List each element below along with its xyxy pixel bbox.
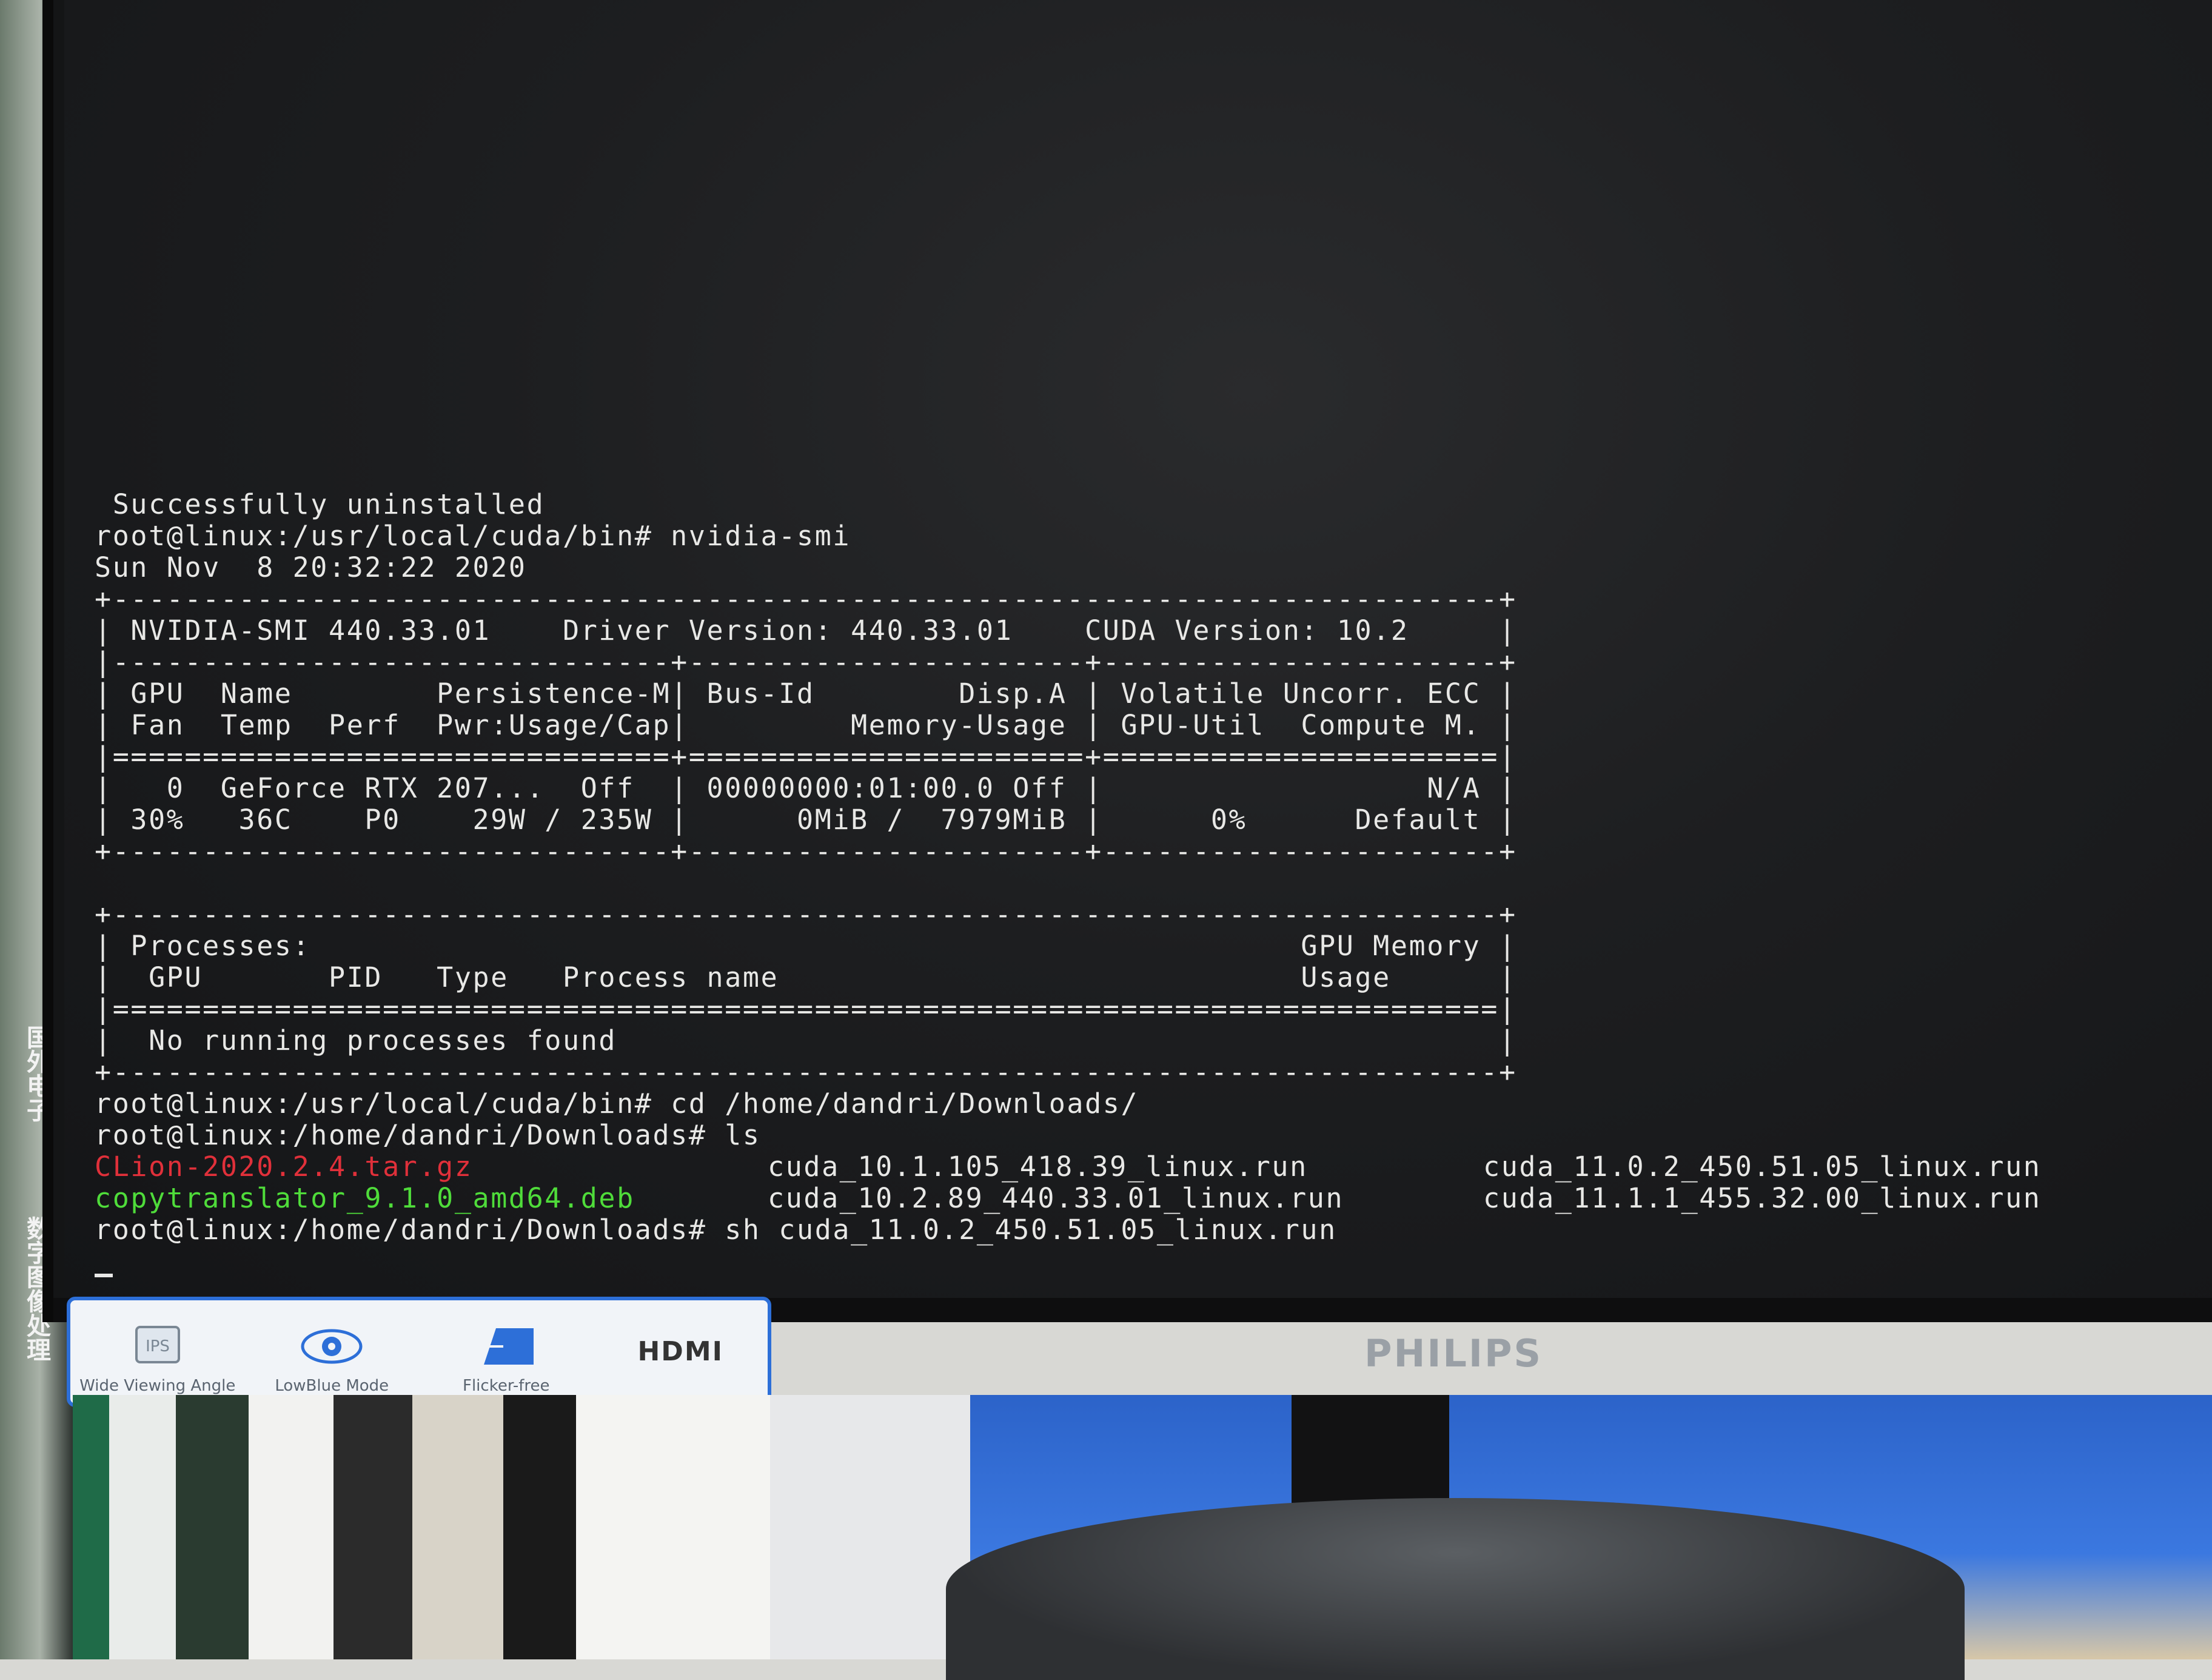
file-entry: cuda_11.1.1_455.32.00_linux.run [1483, 1182, 2042, 1214]
ips-icon: IPS [135, 1326, 180, 1363]
terminal-line: root@linux:/home/dandri/Downloads# ls [95, 1119, 761, 1151]
terminal-line: root@linux:/usr/local/cuda/bin# nvidia-s… [95, 520, 851, 552]
feature-wide-viewing-angle: IPS Wide Viewing Angle [70, 1300, 245, 1403]
feature-label: LowBlue Mode [275, 1377, 389, 1395]
terminal-line: | 30% 36C P0 29W / 235W | 0MiB / 7979MiB… [95, 804, 1517, 836]
terminal-line: +---------------------------------------… [95, 583, 1517, 615]
terminal-output[interactable]: Successfully uninstalled root@linux:/usr/… [95, 489, 2199, 1277]
file-entry: cuda_10.2.89_440.33.01_linux.run [768, 1182, 1344, 1214]
feature-label: Flicker-free [463, 1377, 550, 1395]
monitor: Successfully uninstalled root@linux:/usr/… [42, 0, 2212, 1322]
file-entry: cuda_11.0.2_450.51.05_linux.run [1483, 1151, 2042, 1183]
ls-output-row: copytranslator_9.1.0_amd64.deb cuda_10.2.… [95, 1183, 2199, 1214]
file-entry: copytranslator_9.1.0_amd64.deb [95, 1182, 635, 1214]
ls-output-row: CLion-2020.2.4.tar.gz cuda_10.1.105_418.3… [95, 1151, 2199, 1183]
terminal-line: | 0 GeForce RTX 207... Off | 00000000:01… [95, 772, 1517, 804]
terminal-line: | GPU Name Persistence-M| Bus-Id Disp.A … [95, 677, 1517, 710]
terminal-line: +---------------------------------------… [95, 1056, 1517, 1088]
svg-text:IPS: IPS [146, 1337, 170, 1356]
terminal-line: +-------------------------------+-------… [95, 835, 1517, 867]
monitor-stand-base [946, 1498, 1965, 1680]
hdmi-logo: HDMI [637, 1336, 723, 1367]
terminal-line: Sun Nov 8 20:32:22 2020 [95, 551, 527, 583]
eye-icon [301, 1329, 363, 1364]
terminal-command-line: root@linux:/home/dandri/Downloads# sh cu… [95, 1214, 1337, 1246]
books-row [73, 1395, 1043, 1659]
feature-label: Wide Viewing Angle [79, 1377, 236, 1395]
terminal-line: | Fan Temp Perf Pwr:Usage/Cap| Memory-Us… [95, 709, 1517, 741]
feature-sticker: IPS Wide Viewing Angle LowBlue Mode Flic… [67, 1297, 771, 1407]
file-entry: cuda_10.1.105_418.39_linux.run [768, 1151, 1308, 1183]
terminal-cursor [95, 1274, 113, 1277]
terminal-line: root@linux:/usr/local/cuda/bin# cd /home… [95, 1087, 1139, 1120]
terminal-line: Successfully uninstalled [95, 488, 545, 520]
terminal-line: | GPU PID Type Process name Usage | [95, 961, 1517, 993]
terminal-line: |-------------------------------+-------… [95, 646, 1517, 678]
terminal-line: | No running processes found | [95, 1024, 1517, 1057]
terminal-line: | Processes: GPU Memory | [95, 930, 1517, 962]
flicker-icon [483, 1328, 534, 1365]
monitor-brand-logo: PHILIPS [1364, 1331, 1543, 1376]
feature-lowblue-mode: LowBlue Mode [245, 1300, 420, 1403]
file-entry: CLion-2020.2.4.tar.gz [95, 1151, 473, 1183]
terminal-line: |=======================================… [95, 993, 1517, 1025]
screen: Successfully uninstalled root@linux:/usr/… [64, 0, 2212, 1298]
terminal-line: | NVIDIA-SMI 440.33.01 Driver Version: 4… [95, 614, 1517, 647]
feature-flicker-free: Flicker-free [419, 1300, 594, 1403]
terminal-line: |===============================+=======… [95, 741, 1517, 773]
terminal-line: +---------------------------------------… [95, 898, 1517, 930]
